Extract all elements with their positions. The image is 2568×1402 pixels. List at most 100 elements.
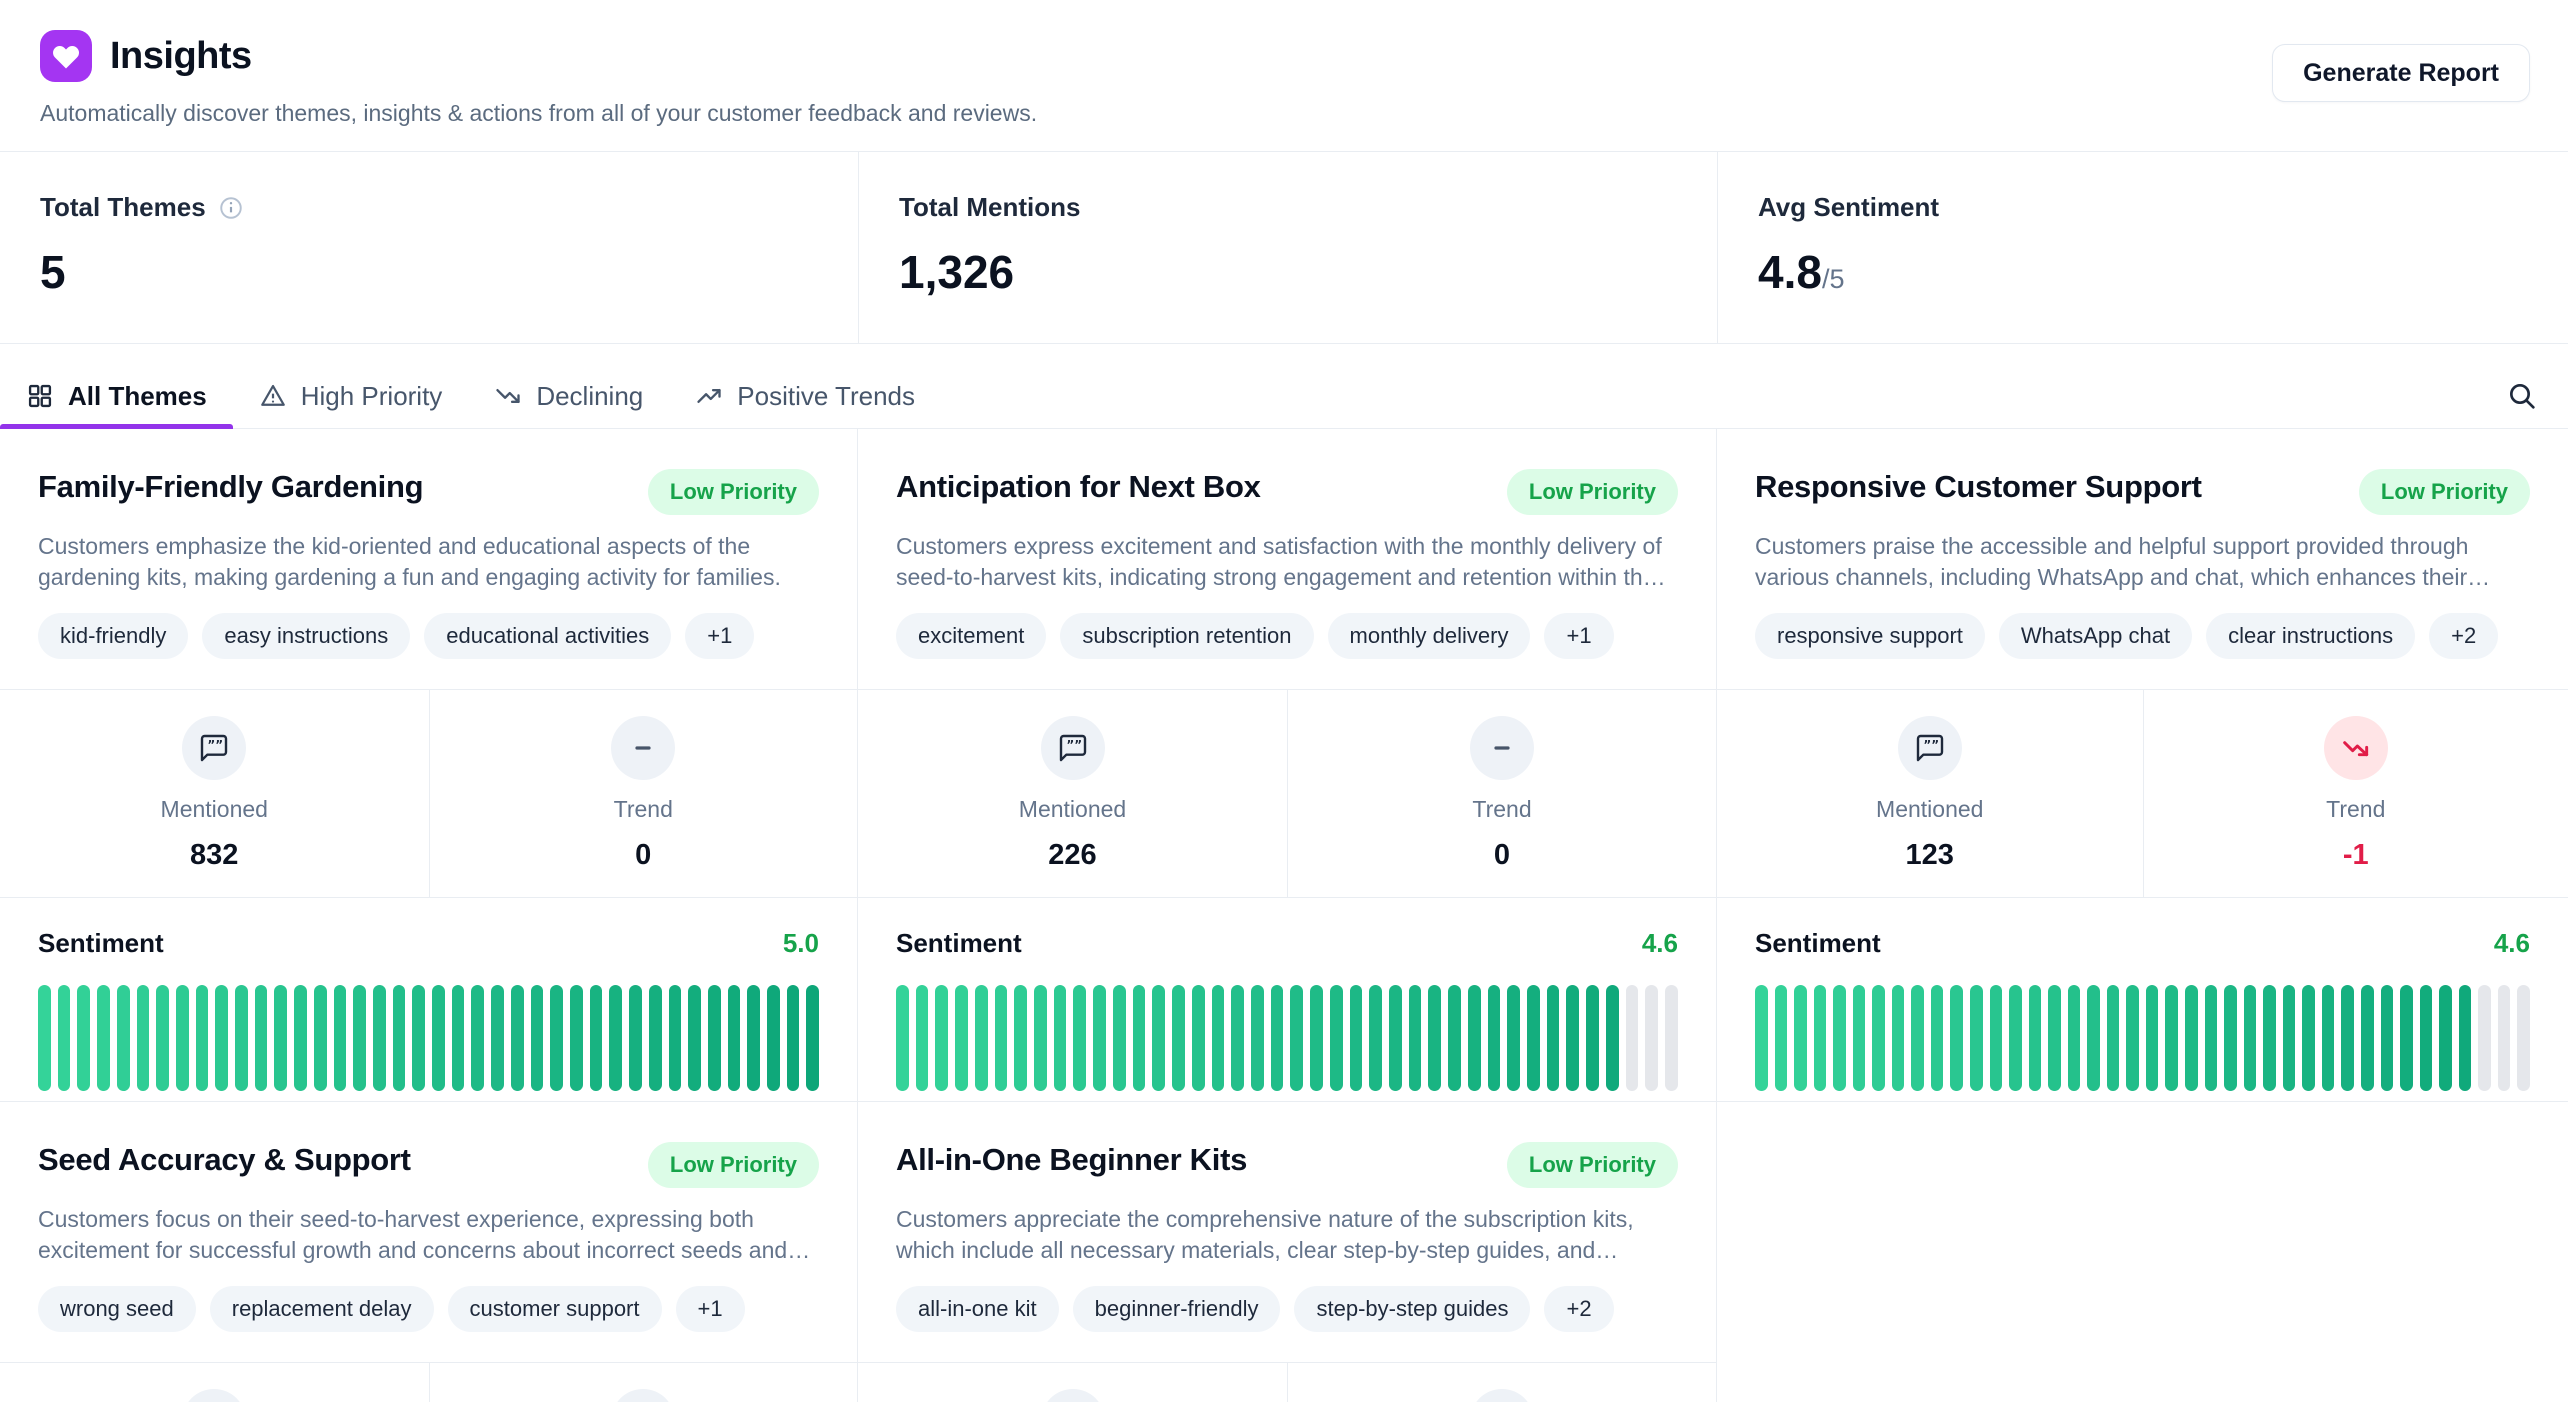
message-quote-icon: ””: [1041, 1389, 1105, 1402]
sentiment-bar: [1251, 985, 1264, 1091]
stat-label: Total Themes: [40, 192, 206, 223]
tag-pill: clear instructions: [2206, 613, 2415, 659]
sentiment-bar: [1794, 985, 1807, 1091]
tag-pill: customer support: [448, 1286, 662, 1332]
sentiment-bars: [896, 985, 1678, 1091]
trend-value: 0: [635, 839, 651, 873]
sentiment-bar: [1014, 985, 1027, 1091]
sentiment-bar: [1911, 985, 1924, 1091]
sentiment-bar: [2165, 985, 2178, 1091]
sentiment-bar: [1775, 985, 1788, 1091]
more-tags-pill: +1: [685, 613, 754, 659]
sentiment-label: Sentiment: [896, 928, 1022, 959]
sentiment-bar: [609, 985, 622, 1091]
sentiment-bar: [2381, 985, 2394, 1091]
app-logo-heart-icon: [40, 30, 92, 82]
more-tags-pill: +2: [2429, 613, 2498, 659]
more-tags-pill: +1: [1544, 613, 1613, 659]
sentiment-label: Sentiment: [1755, 928, 1881, 959]
sentiment-bar: [649, 985, 662, 1091]
sentiment-bar: [1645, 985, 1658, 1091]
tab-positive-trends[interactable]: Positive Trends: [669, 364, 941, 428]
theme-stats: ”” Mentioned Trend: [0, 1362, 857, 1402]
sentiment-bar: [1507, 985, 1520, 1091]
grid-icon: [26, 382, 54, 410]
stat-total-mentions: Total Mentions 1,326: [858, 152, 1717, 343]
sentiment-bar: [1566, 985, 1579, 1091]
theme-description: Customers express excitement and satisfa…: [896, 531, 1678, 593]
sentiment-bar: [1054, 985, 1067, 1091]
trend-label: Trend: [2326, 796, 2385, 823]
tab-all-themes[interactable]: All Themes: [0, 364, 233, 428]
stat-value: 5: [40, 245, 818, 299]
generate-report-button[interactable]: Generate Report: [2272, 44, 2530, 102]
sentiment-bar: [1892, 985, 1905, 1091]
tag-list: wrong seedreplacement delaycustomer supp…: [38, 1286, 819, 1332]
sentiment-bar: [1093, 985, 1106, 1091]
sentiment-value: 4.6: [1642, 928, 1678, 959]
svg-text:””: ””: [208, 738, 224, 752]
theme-stats: ”” Mentioned 123 Trend -1: [1717, 689, 2568, 898]
sentiment-bar: [176, 985, 189, 1091]
mentioned-label: Mentioned: [161, 796, 268, 823]
tab-high-priority[interactable]: High Priority: [233, 364, 469, 428]
mentioned-stat: ”” Mentioned 123: [1717, 690, 2143, 897]
sentiment-value: 4.6: [2494, 928, 2530, 959]
sentiment-bar: [1990, 985, 2003, 1091]
tag-pill: step-by-step guides: [1294, 1286, 1530, 1332]
sentiment-bar: [1448, 985, 1461, 1091]
sentiment-bar: [1113, 985, 1126, 1091]
mentioned-value: 832: [190, 839, 238, 873]
sentiment-bar: [314, 985, 327, 1091]
sentiment-section: Sentiment 4.6 View Details: [1717, 898, 2568, 1102]
sentiment-bar: [2459, 985, 2472, 1091]
sentiment-bar: [1192, 985, 1205, 1091]
sentiment-bar: [2283, 985, 2296, 1091]
theme-tabs: All Themes High Priority Declining Posit…: [0, 344, 2568, 429]
sentiment-section: Sentiment 5.0 View Details: [0, 898, 857, 1102]
trend-label: Trend: [614, 796, 673, 823]
sentiment-bar: [471, 985, 484, 1091]
theme-stats: ”” Mentioned Trend: [858, 1362, 1716, 1402]
sentiment-bar: [1172, 985, 1185, 1091]
stat-value: 4.8/5: [1758, 245, 2528, 299]
more-tags-pill: +1: [676, 1286, 745, 1332]
trend-stat: Trend 0: [429, 690, 858, 897]
sentiment-bar: [412, 985, 425, 1091]
sentiment-bar: [1814, 985, 1827, 1091]
sentiment-bar: [1152, 985, 1165, 1091]
sentiment-bar: [570, 985, 583, 1091]
sentiment-bar: [511, 985, 524, 1091]
tag-pill: excitement: [896, 613, 1046, 659]
message-quote-icon: ””: [1041, 716, 1105, 780]
search-button[interactable]: [2476, 364, 2568, 428]
sentiment-bar: [2498, 985, 2511, 1091]
tag-pill: responsive support: [1755, 613, 1985, 659]
trend-stat: Trend: [1287, 1363, 1716, 1402]
tag-pill: wrong seed: [38, 1286, 196, 1332]
theme-card: Seed Accuracy & Support Low Priority Cus…: [0, 1102, 857, 1402]
tag-pill: beginner-friendly: [1073, 1286, 1281, 1332]
page-title: Insights: [110, 35, 252, 78]
sentiment-bar: [1488, 985, 1501, 1091]
page-subtitle: Automatically discover themes, insights …: [40, 100, 2528, 127]
sentiment-bars: [38, 985, 819, 1091]
priority-badge: Low Priority: [648, 1142, 819, 1188]
priority-badge: Low Priority: [2359, 469, 2530, 515]
trend-stat: Trend 0: [1287, 690, 1716, 897]
sentiment-bar: [334, 985, 347, 1091]
sentiment-bar: [1931, 985, 1944, 1091]
mentioned-stat: ”” Mentioned: [858, 1363, 1287, 1402]
sentiment-bar: [728, 985, 741, 1091]
sentiment-bar: [1606, 985, 1619, 1091]
sentiment-bar: [1428, 985, 1441, 1091]
sentiment-bar: [1527, 985, 1540, 1091]
stat-label: Avg Sentiment: [1758, 192, 1939, 223]
sentiment-bar: [708, 985, 721, 1091]
tag-pill: all-in-one kit: [896, 1286, 1059, 1332]
sentiment-bar: [393, 985, 406, 1091]
sentiment-bar: [896, 985, 909, 1091]
tab-declining[interactable]: Declining: [468, 364, 669, 428]
info-icon[interactable]: [218, 195, 244, 221]
sentiment-bar: [1133, 985, 1146, 1091]
